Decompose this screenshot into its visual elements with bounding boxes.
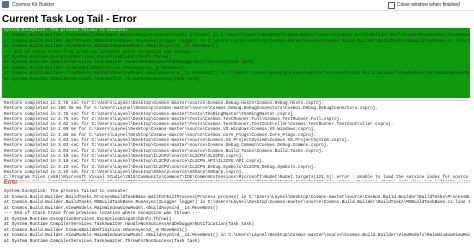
app-icon — [2, 1, 9, 8]
log-line: at Cosmos.Build.Builder.ViewModels.MainW… — [4, 71, 470, 77]
log-line: at System.Runtime.CompilerServices.TaskA… — [4, 76, 200, 82]
output-log-panel[interactable]: Restore completed in 2.76 sec for C:\Use… — [2, 100, 470, 181]
log-line: at Cosmos.Build.Builder.BuildTasks.MSBui… — [4, 200, 470, 205]
title-bar: Cosmos Kit Builder Close window when fin… — [0, 0, 474, 11]
window-title: Cosmos Kit Builder — [12, 2, 55, 8]
close-when-finished-checkbox[interactable] — [388, 2, 395, 9]
close-when-finished-label: Close window when finished — [397, 2, 460, 8]
log-line: at System.Runtime.CompilerServices.TaskA… — [4, 238, 200, 244]
error-section-label: Error — [4, 180, 18, 186]
log-line: C:\Program Files (x86)\Microsoft Visual … — [2, 180, 470, 181]
error-stack-panel[interactable]: System.Exception: The process failed to … — [2, 189, 470, 249]
log-line: at Cosmos.Build.Builder.ViewModels.MainW… — [4, 233, 470, 238]
error-log-panel[interactable]: System.Exception: The process failed to … — [2, 28, 470, 98]
page-title: Current Task Log Tail - Error — [2, 14, 137, 25]
error-divider — [2, 182, 470, 183]
